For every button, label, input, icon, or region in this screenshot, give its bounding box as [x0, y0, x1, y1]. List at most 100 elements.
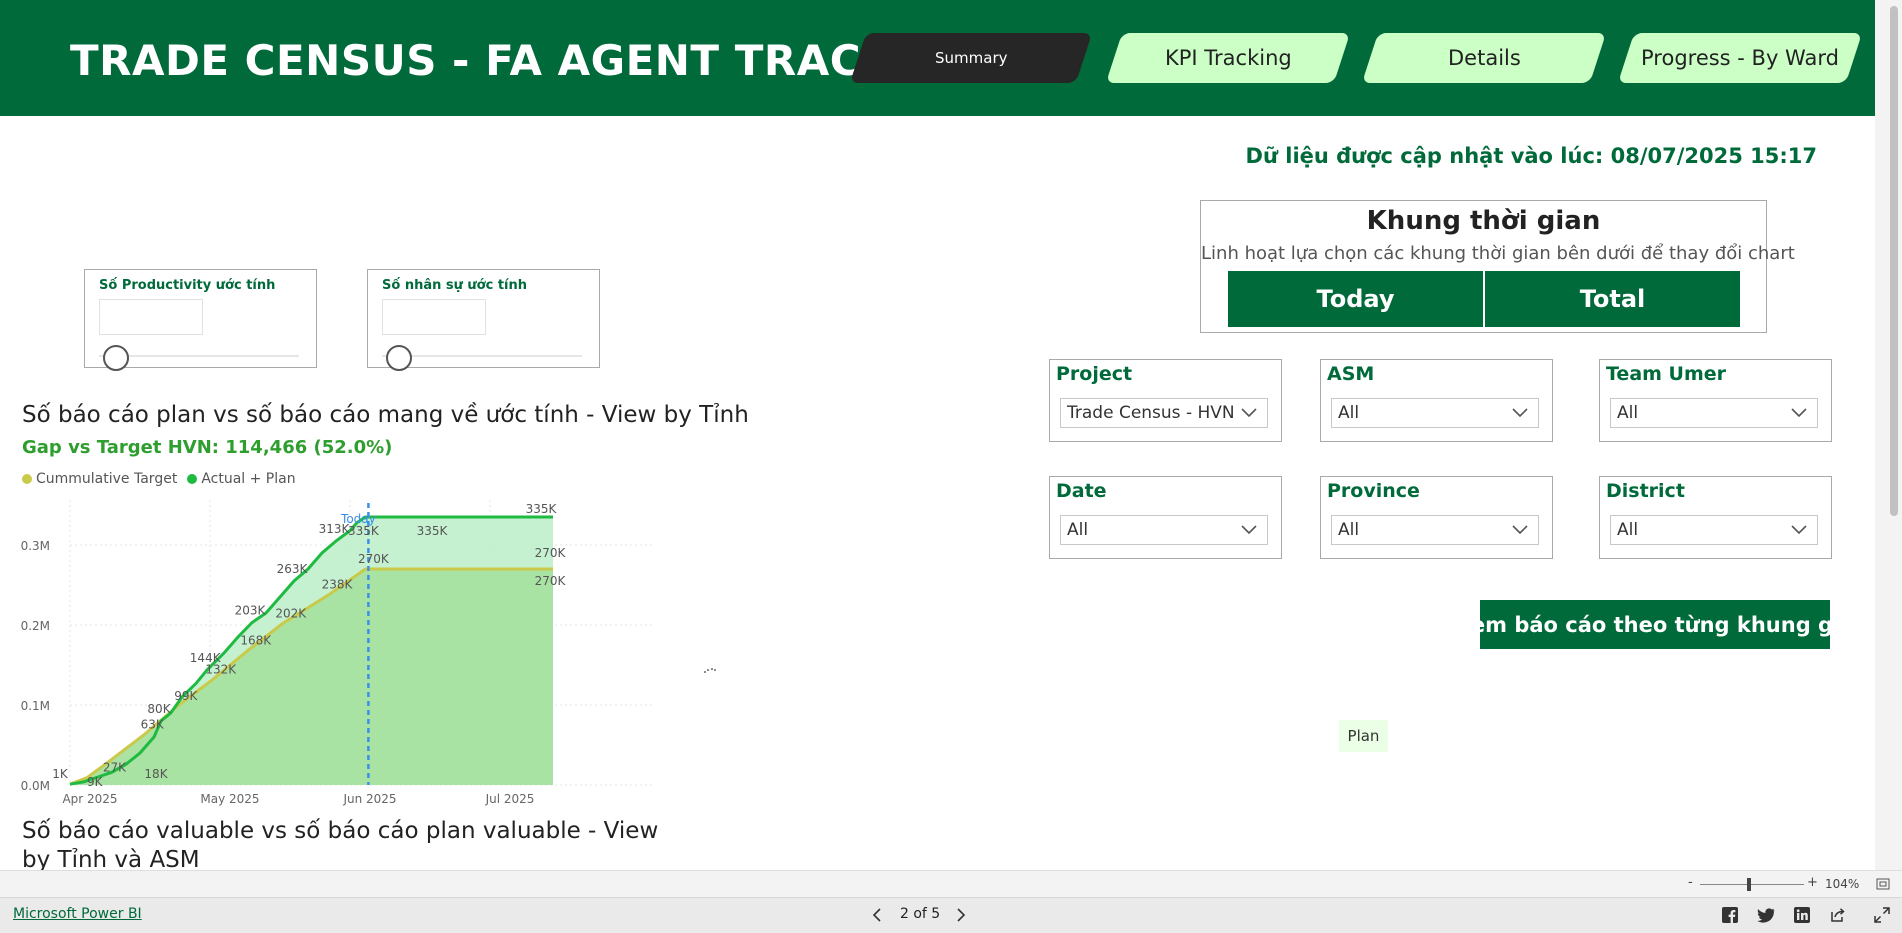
- headcount-parameter: Số nhân sự ước tính: [367, 269, 600, 371]
- fullscreen-icon[interactable]: [1870, 903, 1894, 927]
- chart-title: Số báo cáo plan vs số báo cáo mang về ướ…: [22, 402, 749, 428]
- slicer-team-umer: Team Umer All: [1599, 359, 1832, 442]
- dropdown-value: All: [1617, 520, 1639, 540]
- legend-label: Actual + Plan: [201, 471, 296, 487]
- target-data-label: 27K: [103, 760, 127, 774]
- dropdown-value: All: [1338, 403, 1360, 423]
- slider-handle[interactable]: [103, 345, 129, 371]
- target-data-label: 99K: [174, 689, 198, 703]
- slider-handle[interactable]: [386, 345, 412, 371]
- chevron-down-icon: [1512, 525, 1528, 535]
- slicer-label: Project: [1056, 363, 1133, 385]
- date-dropdown[interactable]: All: [1060, 515, 1268, 545]
- today-button[interactable]: Today: [1228, 271, 1483, 327]
- y-tick-label: 0.1M: [21, 699, 50, 713]
- power-bi-link[interactable]: Microsoft Power BI: [13, 906, 142, 922]
- twitter-icon[interactable]: [1754, 903, 1778, 927]
- parameter-label: Số nhân sự ước tính: [382, 278, 527, 293]
- chart2-title: Số báo cáo valuable vs số báo cáo plan v…: [22, 818, 659, 873]
- dropdown-value: All: [1617, 403, 1639, 423]
- y-tick-label: 0.2M: [21, 619, 50, 633]
- parameter-input[interactable]: [99, 299, 203, 335]
- hourly-report-button[interactable]: Xem báo cáo theo từng khung giờ: [1455, 600, 1855, 649]
- province-dropdown[interactable]: All: [1331, 515, 1539, 545]
- fit-to-page-icon[interactable]: [1876, 878, 1890, 890]
- slicer-label: Team Umer: [1606, 363, 1727, 385]
- asm-dropdown[interactable]: All: [1331, 398, 1539, 428]
- actual-data-label: 263K: [277, 562, 309, 576]
- chart-legend: Cummulative Target Actual + Plan: [22, 471, 296, 487]
- chevron-down-icon: [1241, 408, 1257, 418]
- cumulative-area-chart[interactable]: 0.0M 0.1M 0.2M 0.3M Apr 2025 May 2025 Jun 2025…: [0, 495, 700, 810]
- target-data-label: 168K: [240, 634, 272, 648]
- slicer-label: Date: [1056, 480, 1107, 502]
- end-data-label: 270K: [535, 546, 567, 560]
- app-title: TRADE CENSUS - FA AGENT TRACKING: [70, 36, 981, 85]
- slider-track[interactable]: [99, 355, 299, 357]
- team-umer-dropdown[interactable]: All: [1610, 398, 1818, 428]
- target-data-label: 270K: [358, 552, 390, 566]
- page-indicator: 2 of 5: [900, 906, 941, 922]
- time-window-card: Khung thời gian Linh hoạt lựa chọn các k…: [1200, 200, 1795, 333]
- legend-item-actual[interactable]: Actual + Plan: [187, 471, 296, 487]
- zoom-slider-handle[interactable]: [1747, 878, 1751, 891]
- legend-item-target[interactable]: Cummulative Target: [22, 471, 177, 487]
- slider-track[interactable]: [382, 355, 582, 357]
- y-tick-label: 0.3M: [21, 539, 50, 553]
- time-window-title: Khung thời gian: [1366, 206, 1601, 236]
- actual-data-label: 313K: [319, 522, 351, 536]
- share-icon[interactable]: [1826, 903, 1850, 927]
- zoom-bar: [0, 870, 1902, 898]
- tab-label: KPI Tracking: [1164, 46, 1292, 70]
- gap-vs-target-text: Gap vs Target HVN: 114,466 (52.0%): [22, 437, 393, 458]
- x-tick-label: Jun 2025: [342, 792, 396, 806]
- linkedin-icon[interactable]: [1790, 903, 1814, 927]
- tab-summary[interactable]: Summary: [849, 33, 1093, 83]
- project-dropdown[interactable]: Trade Census - HVN: [1060, 398, 1268, 428]
- chevron-down-icon: [1791, 408, 1807, 418]
- chevron-left-icon[interactable]: [870, 907, 884, 923]
- target-data-label: 238K: [322, 578, 354, 592]
- dropdown-value: Trade Census - HVN: [1067, 403, 1235, 423]
- slicer-date: Date All: [1049, 476, 1282, 559]
- x-tick-label: Apr 2025: [62, 792, 117, 806]
- tab-label: Progress - By Ward: [1641, 46, 1839, 70]
- actual-data-label: 80K: [147, 702, 171, 716]
- slicer-label: Province: [1327, 480, 1420, 502]
- zoom-level: 104%: [1825, 877, 1860, 891]
- slicer-project: Project Trade Census - HVN: [1049, 359, 1282, 442]
- tab-kpi-tracking[interactable]: KPI Tracking: [1105, 33, 1351, 83]
- scrollbar-thumb[interactable]: [1890, 6, 1898, 516]
- chevron-down-icon: [1791, 525, 1807, 535]
- dropdown-value: All: [1338, 520, 1360, 540]
- total-button[interactable]: Total: [1485, 271, 1740, 327]
- productivity-parameter: Số Productivity ước tính: [84, 269, 317, 371]
- slicer-asm: ASM All: [1320, 359, 1553, 442]
- chevron-down-icon: [1512, 408, 1528, 418]
- target-data-label: 63K: [141, 718, 165, 732]
- tab-label: Details: [1447, 46, 1521, 70]
- actual-data-label: 335K: [526, 502, 558, 516]
- parameter-input[interactable]: [382, 299, 486, 335]
- district-dropdown[interactable]: All: [1610, 515, 1818, 545]
- plan-chip[interactable]: Plan: [1339, 720, 1388, 752]
- time-window-subtitle: Linh hoạt lựa chọn các khung thời gian b…: [1201, 243, 1795, 264]
- target-data-label: 202K: [275, 606, 307, 620]
- x-tick-label: May 2025: [200, 792, 259, 806]
- tab-progress-by-ward[interactable]: Progress - By Ward: [1617, 33, 1863, 83]
- zoom-slider[interactable]: [1700, 884, 1804, 885]
- chevron-right-icon[interactable]: [954, 907, 968, 923]
- target-data-label: 9K: [87, 775, 104, 789]
- parameter-label: Số Productivity ước tính: [99, 278, 276, 293]
- actual-data-label: 1K: [52, 767, 69, 781]
- tab-details[interactable]: Details: [1361, 33, 1607, 83]
- legend-dot-icon: [22, 474, 32, 484]
- zoom-in-button[interactable]: +: [1807, 875, 1818, 890]
- legend-dot-icon: [187, 474, 198, 484]
- actual-data-label: 203K: [235, 604, 267, 618]
- last-updated-text: Dữ liệu được cập nhật vào lúc: 08/07/202…: [1245, 144, 1817, 168]
- x-tick-label: Jul 2025: [485, 792, 535, 806]
- zoom-out-button[interactable]: -: [1688, 875, 1693, 890]
- facebook-icon[interactable]: [1718, 903, 1742, 927]
- actual-data-label: 144K: [190, 651, 222, 665]
